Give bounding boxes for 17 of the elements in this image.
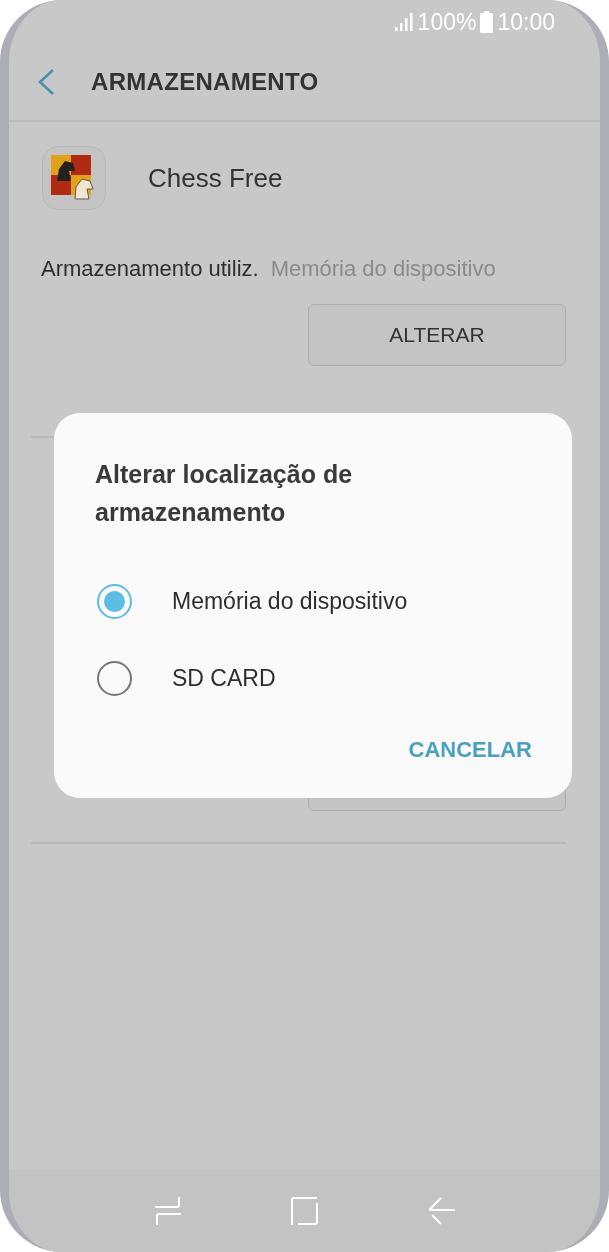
option-label[interactable]: Memória do dispositivo — [172, 588, 408, 615]
radio-button[interactable] — [97, 661, 132, 696]
signal-icon — [393, 12, 414, 32]
home-icon[interactable] — [289, 1196, 320, 1226]
app-icon — [42, 146, 106, 210]
back-nav-icon[interactable] — [426, 1196, 457, 1226]
recent-apps-icon[interactable] — [152, 1196, 183, 1226]
radio-button[interactable] — [97, 584, 132, 619]
change-button[interactable]: ALTERAR — [308, 304, 566, 366]
app-name: Chess Free — [148, 162, 283, 194]
battery-icon — [480, 11, 494, 33]
dialog-title: Alterar localização de armazenamento — [95, 459, 354, 528]
page-title: ARMAZENAMENTO — [91, 68, 319, 96]
storage-label: Armazenamento utiliz. — [41, 256, 259, 282]
storage-value: Memória do dispositivo — [270, 256, 496, 282]
option-label[interactable]: SD CARD — [172, 665, 276, 692]
back-icon[interactable] — [37, 68, 55, 96]
